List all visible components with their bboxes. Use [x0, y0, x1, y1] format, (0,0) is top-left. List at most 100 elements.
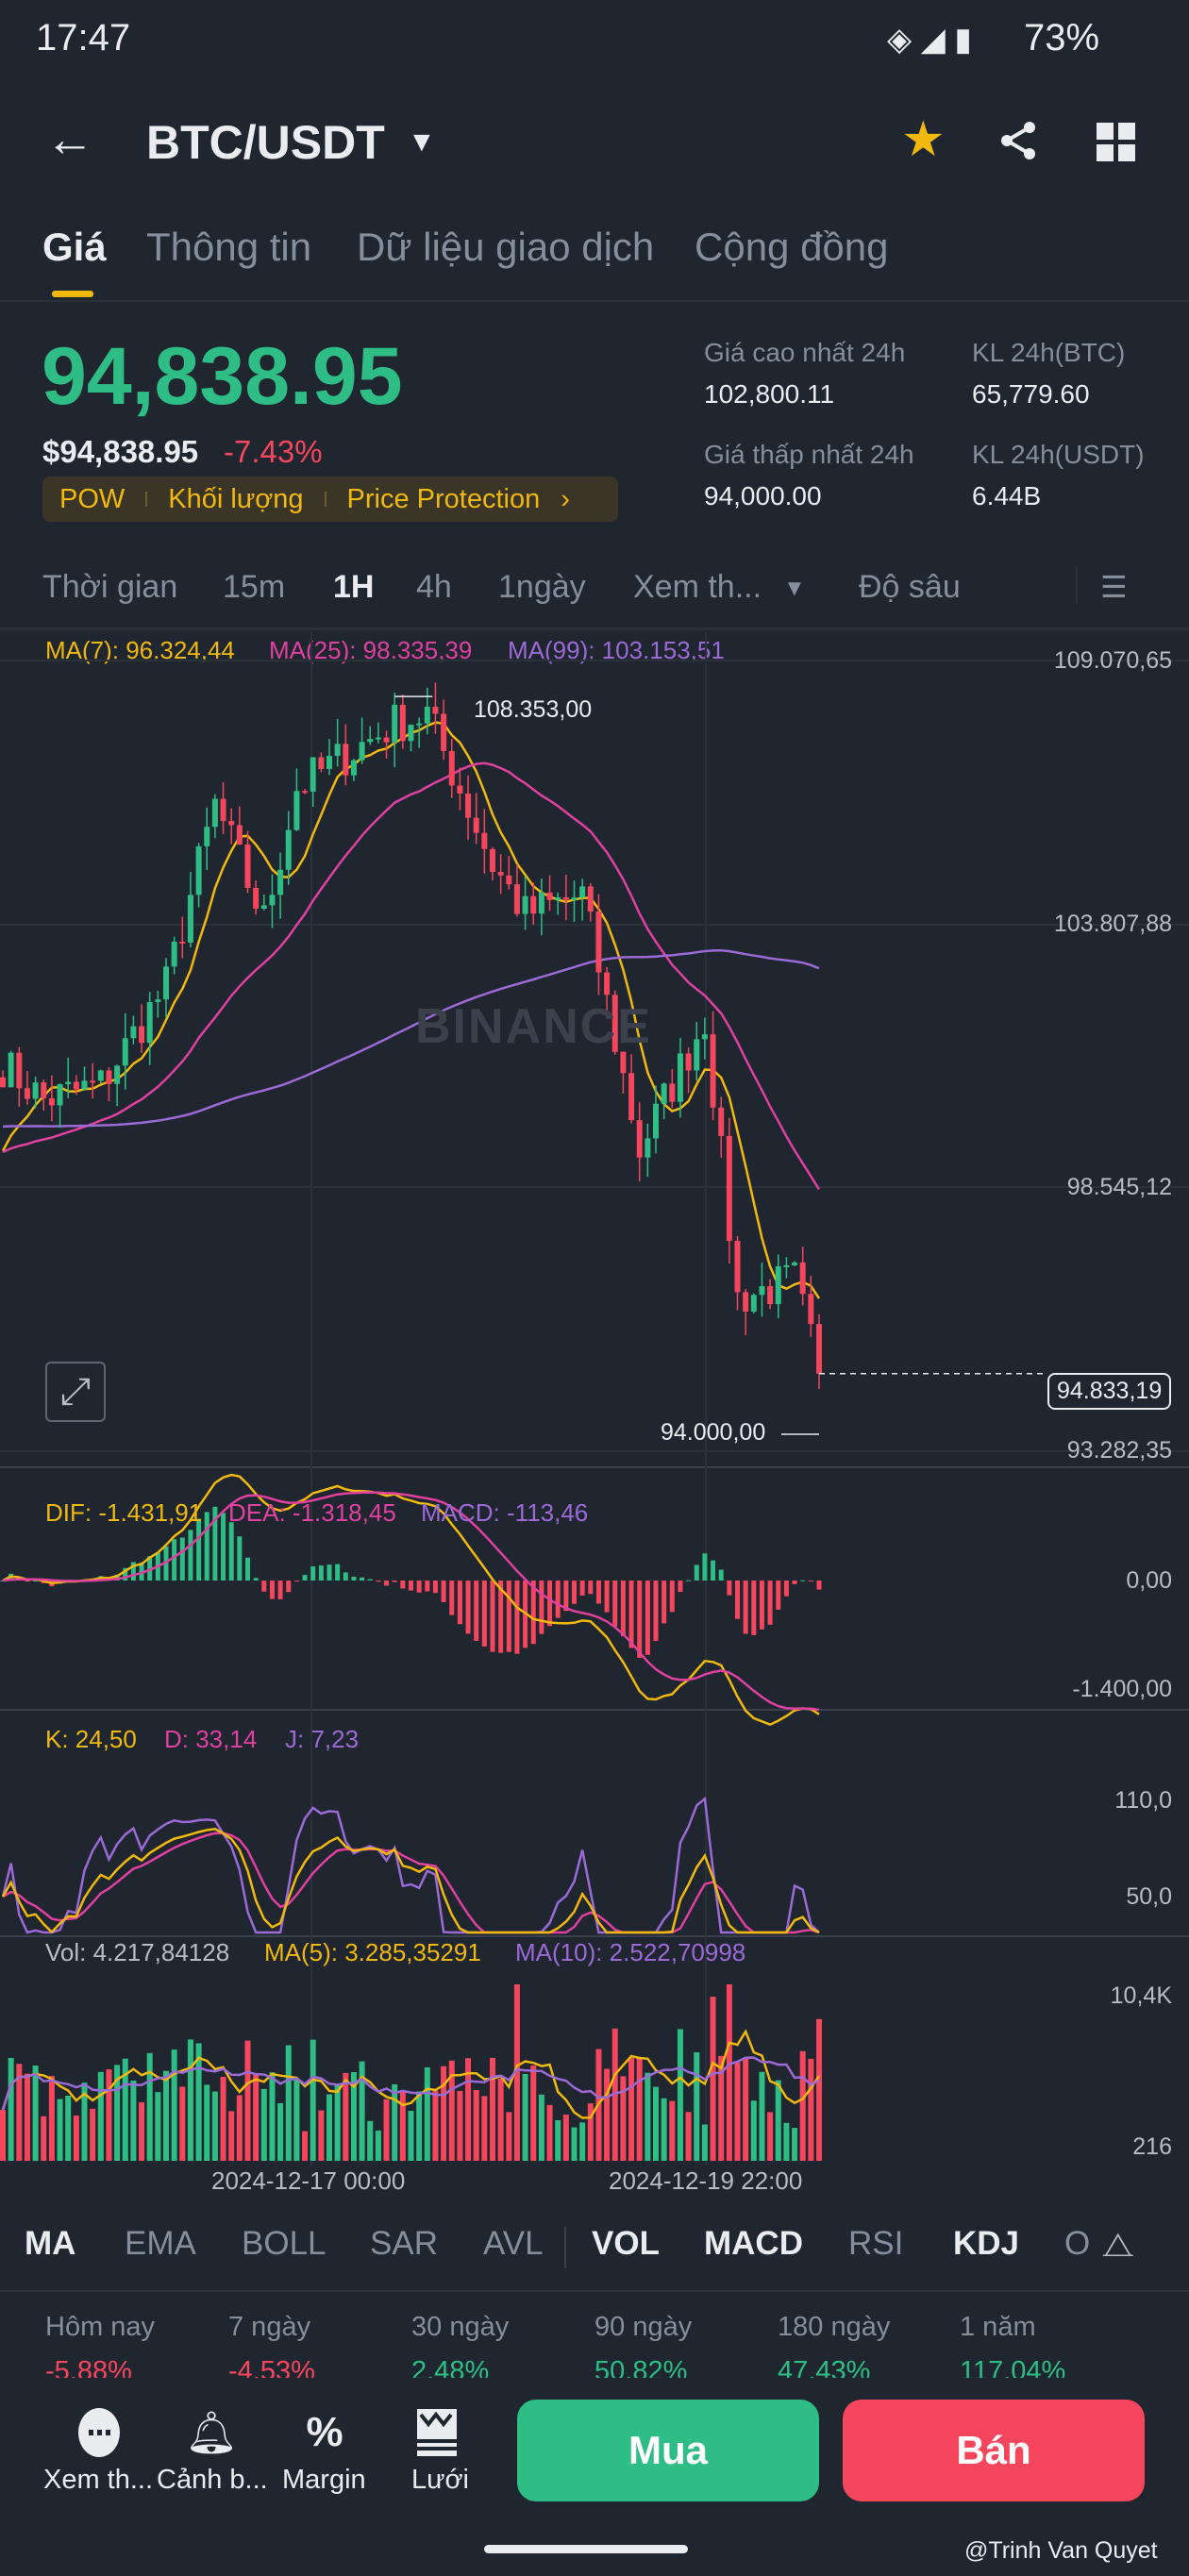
high-marker: 108.353,00: [474, 696, 593, 723]
indicator-vol[interactable]: VOL: [592, 2225, 660, 2263]
volume-bar: [604, 2068, 611, 2161]
indicator-rsi[interactable]: RSI: [848, 2225, 903, 2263]
d-line: [2, 1832, 820, 1934]
period-value: 50.82%: [594, 2356, 688, 2378]
volume-bar: [750, 2100, 757, 2161]
expand-icon[interactable]: ⤢: [45, 1362, 106, 1422]
volume-bar: [375, 2130, 381, 2161]
volume-bar: [228, 2111, 235, 2161]
macd-bar: [188, 1530, 193, 1581]
macd-bar: [506, 1581, 511, 1652]
candle: [677, 1053, 683, 1102]
volume-bar: [293, 2079, 300, 2161]
indicator-ema[interactable]: EMA: [125, 2225, 196, 2263]
macd-bar: [653, 1581, 659, 1642]
volume-bar: [490, 2057, 495, 2161]
period-value: 117.04%: [960, 2356, 1066, 2378]
candle: [457, 785, 463, 794]
volume-bar: [701, 2124, 708, 2161]
macd-bar: [514, 1581, 520, 1654]
macd-bar: [637, 1581, 643, 1658]
sell-button[interactable]: Bán: [843, 2400, 1145, 2501]
macd-bar: [604, 1581, 610, 1613]
volume-bar: [546, 2104, 553, 2161]
buy-button[interactable]: Mua: [517, 2400, 819, 2501]
candle: [399, 704, 406, 742]
candle: [604, 972, 611, 995]
volume-bar: [408, 2110, 414, 2161]
candle: [759, 1286, 765, 1296]
indicator-sar[interactable]: SAR: [370, 2225, 438, 2263]
candle: [65, 1081, 72, 1084]
candle: [383, 737, 390, 743]
candle: [513, 884, 520, 914]
bell-icon[interactable]: 🔔︎: [183, 2404, 240, 2461]
volume-bar: [636, 2058, 643, 2161]
candlestick-chart[interactable]: [0, 0, 1189, 2199]
macd-bar: [449, 1581, 455, 1615]
home-indicator[interactable]: [484, 2545, 688, 2553]
macd-bar: [490, 1581, 495, 1652]
candle: [155, 999, 161, 1002]
more-label[interactable]: Xem th...: [43, 2465, 153, 2496]
candle: [211, 798, 218, 828]
candle: [81, 1080, 88, 1090]
indicator-settings-icon[interactable]: ⧍: [1102, 2225, 1134, 2266]
volume-bar: [253, 2072, 260, 2161]
candle: [734, 1241, 741, 1293]
period-label: 30 ngày: [411, 2312, 510, 2342]
margin-icon[interactable]: %: [296, 2404, 353, 2461]
low-marker: 94.000,00: [661, 1419, 766, 1446]
candle: [392, 704, 398, 743]
macd-bar: [555, 1581, 561, 1618]
candle: [669, 1083, 676, 1102]
macd-bar: [302, 1575, 308, 1581]
volume-bar: [726, 1984, 732, 2161]
indicator-macd[interactable]: MACD: [704, 2225, 803, 2263]
volume-bar: [530, 2065, 537, 2161]
grid-trading-icon[interactable]: [409, 2404, 465, 2461]
dif-legend: DIF: -1.431,91: [45, 1498, 203, 1527]
more-icon[interactable]: [71, 2404, 127, 2461]
candle: [636, 1120, 643, 1158]
macd-bar: [425, 1581, 430, 1592]
macd-bar: [547, 1581, 553, 1627]
candle: [726, 1135, 732, 1242]
macd-bar: [759, 1581, 764, 1630]
volume-bar: [32, 2066, 39, 2161]
volume-bar: [481, 2096, 488, 2161]
macd-bar: [751, 1581, 757, 1635]
k-legend: K: 24,50: [45, 1725, 137, 1753]
volume-bar: [24, 2073, 30, 2161]
candle: [220, 798, 226, 822]
candle: [106, 1070, 112, 1084]
macd-bar: [269, 1581, 275, 1599]
candle: [685, 1053, 692, 1071]
candle: [416, 723, 423, 726]
candle: [595, 912, 602, 973]
indicator-ma[interactable]: MA: [25, 2225, 75, 2263]
indicator-boll[interactable]: BOLL: [242, 2225, 327, 2263]
margin-label[interactable]: Margin: [282, 2465, 366, 2496]
macd-bar: [735, 1581, 740, 1619]
macd-bar: [767, 1581, 773, 1625]
candle: [490, 848, 495, 873]
macd-bar: [367, 1579, 373, 1581]
indicator-oi[interactable]: OI: [1064, 2225, 1089, 2263]
candle: [620, 1051, 627, 1074]
macd-bar: [409, 1581, 413, 1591]
kdj-axis-label: 110,0: [1114, 1787, 1172, 1814]
alert-label[interactable]: Cảnh b...: [157, 2465, 268, 2496]
indicator-kdj[interactable]: KDJ: [953, 2225, 1019, 2263]
candle: [628, 1073, 635, 1121]
macd-bar: [669, 1581, 675, 1613]
period-label: Hôm nay: [45, 2312, 156, 2342]
macd-bar: [441, 1581, 446, 1602]
candle: [253, 887, 260, 910]
volume-bar: [327, 2094, 332, 2161]
indicator-avl[interactable]: AVL: [483, 2225, 544, 2263]
grid-label[interactable]: Lưới: [411, 2465, 469, 2496]
volume-bar: [73, 2115, 79, 2161]
macd-bar: [318, 1565, 324, 1581]
macd-bar: [416, 1581, 422, 1593]
